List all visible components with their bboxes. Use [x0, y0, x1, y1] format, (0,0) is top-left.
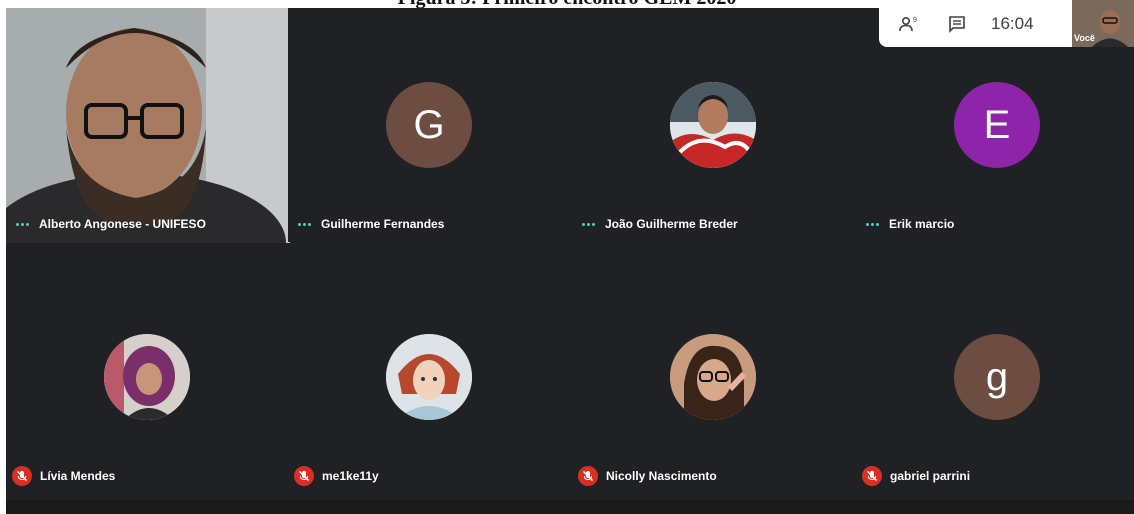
participant-avatar: G	[386, 82, 472, 168]
participant-name: João Guilherme Breder	[605, 217, 738, 231]
participant-name: Alberto Angonese - UNIFESO	[39, 217, 206, 231]
participant-name: Lívia Mendes	[40, 469, 116, 483]
meeting-clock: 16:04	[991, 13, 1034, 33]
speaking-indicator-icon	[582, 222, 595, 226]
avatar-initial: E	[983, 102, 1011, 147]
participant-name: Nicolly Nascimento	[606, 469, 717, 483]
meeting-grid: Alberto Angonese - UNIFESO G Guilherme F…	[6, 8, 1134, 514]
avatar-photo	[670, 334, 756, 420]
participant-name-row: me1ke11y	[294, 466, 379, 486]
participant-name: gabriel parrini	[890, 469, 971, 483]
self-view-thumbnail[interactable]: Você	[1072, 0, 1134, 47]
avatar-photo	[386, 334, 472, 420]
participant-name-row: Guilherme Fernandes	[294, 214, 444, 234]
speaking-indicator-icon	[16, 222, 29, 226]
speaking-indicator-icon	[866, 222, 879, 226]
participant-tile[interactable]: g gabriel parrini	[856, 260, 1134, 494]
participant-tile[interactable]: me1ke11y	[288, 260, 570, 494]
participant-name-row: João Guilherme Breder	[578, 214, 738, 234]
avatar-initial: G	[413, 102, 445, 147]
participant-name-row: Lívia Mendes	[12, 466, 115, 486]
participant-tile[interactable]: Nicolly Nascimento	[572, 260, 854, 494]
self-view-label: Você	[1074, 33, 1095, 43]
mic-muted-icon	[12, 466, 32, 486]
participant-avatar	[670, 82, 756, 168]
participant-video	[6, 8, 290, 243]
participant-name-row: Nicolly Nascimento	[578, 466, 717, 486]
bottom-bar	[6, 500, 1134, 514]
participant-avatar	[104, 334, 190, 420]
meeting-top-bar: 9 16:04 Você	[879, 0, 1134, 47]
participant-tile[interactable]: João Guilherme Breder	[572, 8, 854, 242]
participant-avatar: E	[954, 82, 1040, 168]
speaking-indicator-icon	[298, 222, 311, 226]
people-icon[interactable]: 9	[889, 4, 929, 44]
participant-name-row: Alberto Angonese - UNIFESO	[12, 214, 206, 234]
participant-avatar	[670, 334, 756, 420]
avatar-photo	[670, 82, 756, 168]
participant-avatar	[386, 334, 472, 420]
chat-icon[interactable]	[937, 4, 977, 44]
participant-tile[interactable]: Lívia Mendes	[6, 260, 288, 494]
participant-name: me1ke11y	[322, 469, 379, 483]
mic-muted-icon	[294, 466, 314, 486]
svg-text:9: 9	[913, 17, 917, 24]
participant-name-row: gabriel parrini	[862, 466, 970, 486]
participant-name: Guilherme Fernandes	[321, 217, 445, 231]
mic-muted-icon	[862, 466, 882, 486]
participant-tile[interactable]: Alberto Angonese - UNIFESO	[6, 8, 290, 243]
mic-muted-icon	[578, 466, 598, 486]
avatar-photo	[104, 334, 190, 420]
avatar-initial: g	[985, 354, 1009, 399]
participant-avatar: g	[954, 334, 1040, 420]
participant-tile[interactable]: G Guilherme Fernandes	[288, 8, 570, 242]
participant-name-row: Erik marcio	[862, 214, 954, 234]
participant-name: Erik marcio	[889, 217, 955, 231]
